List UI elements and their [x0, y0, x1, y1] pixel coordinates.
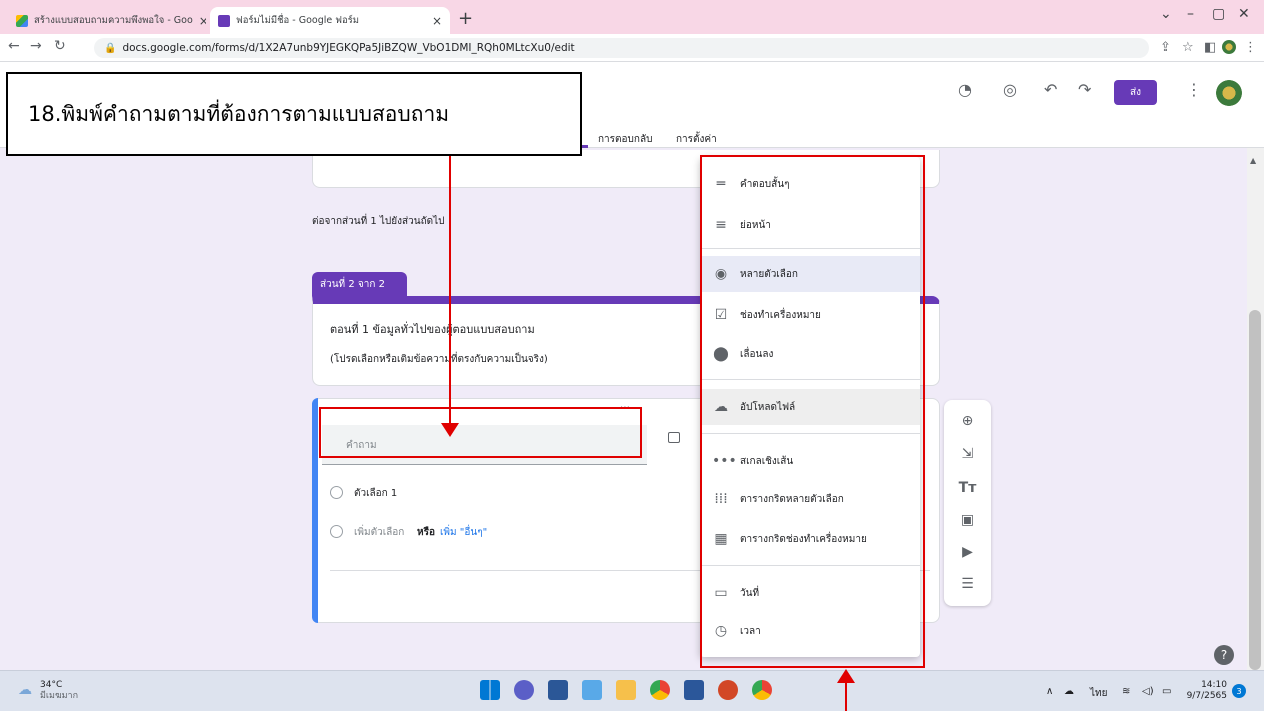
active-accent-bar	[312, 398, 318, 623]
back-icon[interactable]: ←	[8, 38, 20, 54]
chrome-icon[interactable]	[650, 680, 670, 700]
arrow-line	[449, 156, 451, 424]
powerpoint-icon[interactable]	[718, 680, 738, 700]
redo-icon[interactable]: ↷	[1078, 80, 1091, 99]
section-title[interactable]: ตอนที่ 1 ข้อมูลทั่วไปของผู้ตอบแบบสอบถาม	[330, 320, 535, 338]
add-option-link[interactable]: เพิ่มตัวเลือก	[354, 525, 404, 540]
close-icon[interactable]: ×	[432, 14, 442, 28]
share-icon[interactable]: ⇪	[1160, 40, 1171, 55]
onedrive-icon[interactable]: ☁	[1064, 686, 1074, 697]
add-video-icon[interactable]: ▶	[944, 544, 991, 560]
close-window-icon[interactable]: ✕	[1238, 6, 1250, 22]
file-explorer-icon[interactable]	[616, 680, 636, 700]
section-description[interactable]: (โปรดเลือกหรือเติมข้อความที่ตรงกับความเป…	[330, 352, 548, 367]
more-icon[interactable]: ⋮	[1186, 80, 1202, 99]
add-section-icon[interactable]: ☰	[944, 576, 991, 592]
clock[interactable]: 14:10 9/7/2565	[1185, 680, 1227, 702]
new-tab-icon[interactable]: +	[458, 8, 473, 29]
sidebar-icon[interactable]: ◧	[1204, 40, 1216, 55]
tab-responses[interactable]: การตอบกลับ	[598, 132, 652, 147]
arrow-up-head	[837, 669, 855, 683]
bookmark-star-icon[interactable]: ☆	[1182, 40, 1194, 55]
palette-icon[interactable]: ◔	[958, 80, 972, 99]
tab-title: ฟอร์มไม่มีชื่อ - Google ฟอร์ม	[236, 15, 360, 26]
add-question-icon[interactable]: ⊕	[944, 413, 991, 429]
windows-start-icon[interactable]	[480, 680, 500, 700]
word-icon[interactable]	[684, 680, 704, 700]
arrow-down-head	[441, 423, 459, 437]
language-indicator[interactable]: ไทย	[1090, 686, 1107, 701]
callout-text: 18.พิมพ์คำถามตามที่ต้องการตามแบบสอบถาม	[28, 101, 450, 126]
photos-icon[interactable]	[582, 680, 602, 700]
highlight-question-box	[319, 407, 642, 458]
image-icon[interactable]	[668, 432, 680, 443]
calculator-icon[interactable]	[548, 680, 568, 700]
chevron-down-icon[interactable]: ⌄	[1160, 6, 1172, 22]
forms-icon	[218, 14, 230, 27]
after-section-text[interactable]: ต่อจากส่วนที่ 1 ไปยังส่วนถัดไป	[312, 214, 445, 229]
profile-icon[interactable]	[1222, 40, 1236, 54]
radio-option-1[interactable]	[330, 486, 343, 499]
weather-widget[interactable]: 34°C มีเมฆมาก	[40, 680, 78, 702]
highlight-menu-box	[700, 155, 925, 668]
undo-icon[interactable]: ↶	[1044, 80, 1057, 99]
drive-icon	[16, 14, 28, 27]
teams-icon[interactable]	[514, 680, 534, 700]
option-1-label[interactable]: ตัวเลือก 1	[354, 486, 397, 501]
battery-icon[interactable]: ▭	[1162, 686, 1171, 697]
scroll-up-icon[interactable]: ▲	[1250, 156, 1256, 165]
url-text: docs.google.com/forms/d/1X2A7unb9YJEGKQP…	[122, 42, 575, 54]
close-icon[interactable]: ×	[199, 14, 206, 28]
minimize-icon[interactable]: –	[1187, 6, 1194, 22]
tab-settings[interactable]: การตั้งค่า	[676, 132, 717, 147]
volume-icon[interactable]: ◁)	[1142, 686, 1154, 697]
import-icon[interactable]: ⇲	[944, 446, 991, 462]
wifi-icon[interactable]: ≋	[1122, 686, 1130, 697]
tab-title: สร้างแบบสอบถามความพึงพอใจ - Goo	[34, 15, 193, 26]
kebab-menu-icon[interactable]: ⋮	[1244, 40, 1257, 55]
lock-icon: 🔒	[104, 42, 117, 54]
tab-untitled-form[interactable]: ฟอร์มไม่มีชื่อ - Google ฟอร์ม ×	[210, 7, 450, 34]
add-image-icon[interactable]: ▣	[944, 512, 991, 528]
section-badge: ส่วนที่ 2 จาก 2	[312, 272, 407, 296]
or-label: หรือ	[417, 527, 435, 538]
instruction-callout: 18.พิมพ์คำถามตามที่ต้องการตามแบบสอบถาม	[6, 72, 582, 156]
chevron-up-icon[interactable]: ∧	[1046, 686, 1053, 697]
notification-badge[interactable]: 3	[1232, 684, 1246, 698]
chrome-profile-icon[interactable]	[752, 680, 772, 700]
arrow-line	[845, 682, 847, 711]
title-text-icon[interactable]: Tт	[944, 480, 991, 496]
add-other-link[interactable]: เพิ่ม "อื่นๆ"	[440, 525, 487, 540]
radio-add-option	[330, 525, 343, 538]
scrollbar-thumb[interactable]	[1249, 310, 1261, 670]
eye-icon[interactable]: ◎	[1003, 80, 1017, 99]
cloud-icon: ☁	[18, 682, 32, 698]
address-bar[interactable]: 🔒 docs.google.com/forms/d/1X2A7unb9YJEGK…	[94, 38, 1149, 58]
help-icon[interactable]: ?	[1214, 645, 1234, 665]
forward-icon[interactable]: →	[30, 38, 42, 54]
maximize-icon[interactable]: ▢	[1212, 6, 1225, 22]
avatar[interactable]	[1216, 80, 1242, 106]
tab-survey[interactable]: สร้างแบบสอบถามความพึงพอใจ - Goo ×	[8, 7, 206, 34]
send-button[interactable]: ส่ง	[1114, 80, 1157, 105]
reload-icon[interactable]: ↻	[54, 38, 66, 54]
